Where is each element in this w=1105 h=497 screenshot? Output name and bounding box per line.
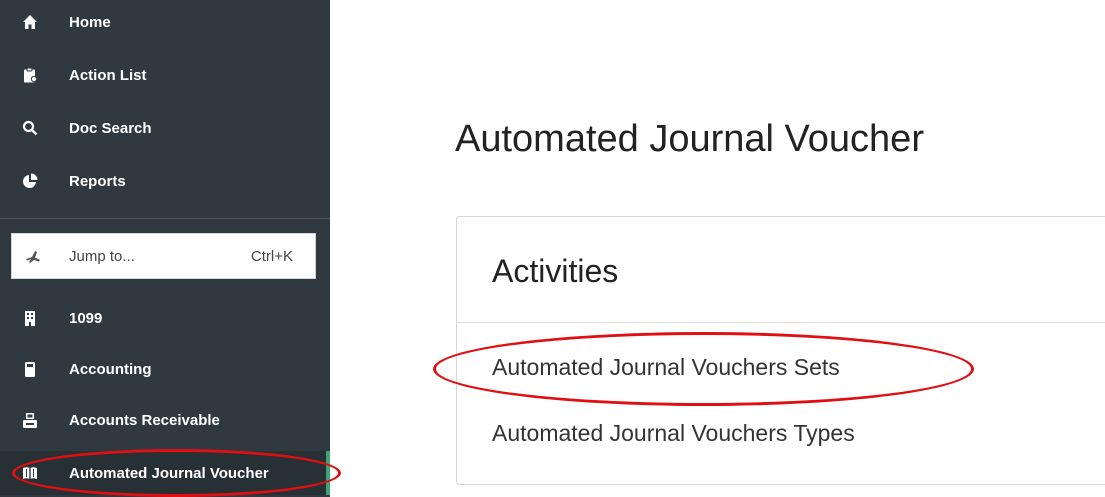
sidebar-item-action-list[interactable]: Action List: [0, 53, 330, 97]
sidebar: Home Action List Doc Search Reports Jump…: [0, 0, 330, 497]
sidebar-item-automated-journal-voucher[interactable]: Automated Journal Voucher: [0, 451, 330, 495]
register-icon: [22, 412, 38, 428]
search-icon: [22, 120, 38, 136]
sidebar-divider: [0, 218, 330, 219]
sidebar-item-home[interactable]: Home: [0, 0, 330, 44]
activity-link-vouchers-types[interactable]: Automated Journal Vouchers Types: [492, 420, 855, 447]
sidebar-item-1099[interactable]: 1099: [0, 296, 330, 340]
sidebar-item-label: Action List: [69, 66, 147, 84]
sidebar-item-label: Reports: [69, 172, 126, 190]
activities-card: Activities Automated Journal Vouchers Se…: [456, 216, 1105, 485]
sidebar-item-doc-search[interactable]: Doc Search: [0, 106, 330, 150]
calculator-icon: [22, 361, 38, 377]
sidebar-item-accounting[interactable]: Accounting: [0, 347, 330, 391]
pie-chart-icon: [22, 173, 38, 189]
clipboard-icon: [22, 67, 38, 83]
sidebar-item-label: Automated Journal Voucher: [69, 464, 269, 482]
sidebar-item-label: Doc Search: [69, 119, 152, 137]
card-title: Activities: [492, 253, 619, 289]
sidebar-item-label: Home: [69, 13, 111, 31]
active-indicator: [326, 451, 330, 495]
sidebar-item-label: 1099: [69, 309, 103, 327]
jump-to-input[interactable]: Jump to... Ctrl+K: [11, 233, 316, 279]
sidebar-item-accounts-receivable[interactable]: Accounts Receivable: [0, 398, 330, 442]
sidebar-item-label: Accounting: [69, 360, 152, 378]
activity-link-vouchers-sets[interactable]: Automated Journal Vouchers Sets: [492, 354, 840, 381]
jump-to-shortcut: Ctrl+K: [250, 248, 293, 265]
page-title: Automated Journal Voucher: [455, 118, 924, 160]
home-icon: [22, 14, 38, 30]
jump-to-label: Jump to...: [69, 248, 135, 265]
plane-icon: [24, 248, 42, 266]
book-icon: [22, 465, 38, 481]
card-header: Activities: [457, 217, 1105, 323]
building-icon: [22, 310, 38, 326]
sidebar-item-reports[interactable]: Reports: [0, 159, 330, 203]
sidebar-item-label: Accounts Receivable: [69, 411, 220, 429]
